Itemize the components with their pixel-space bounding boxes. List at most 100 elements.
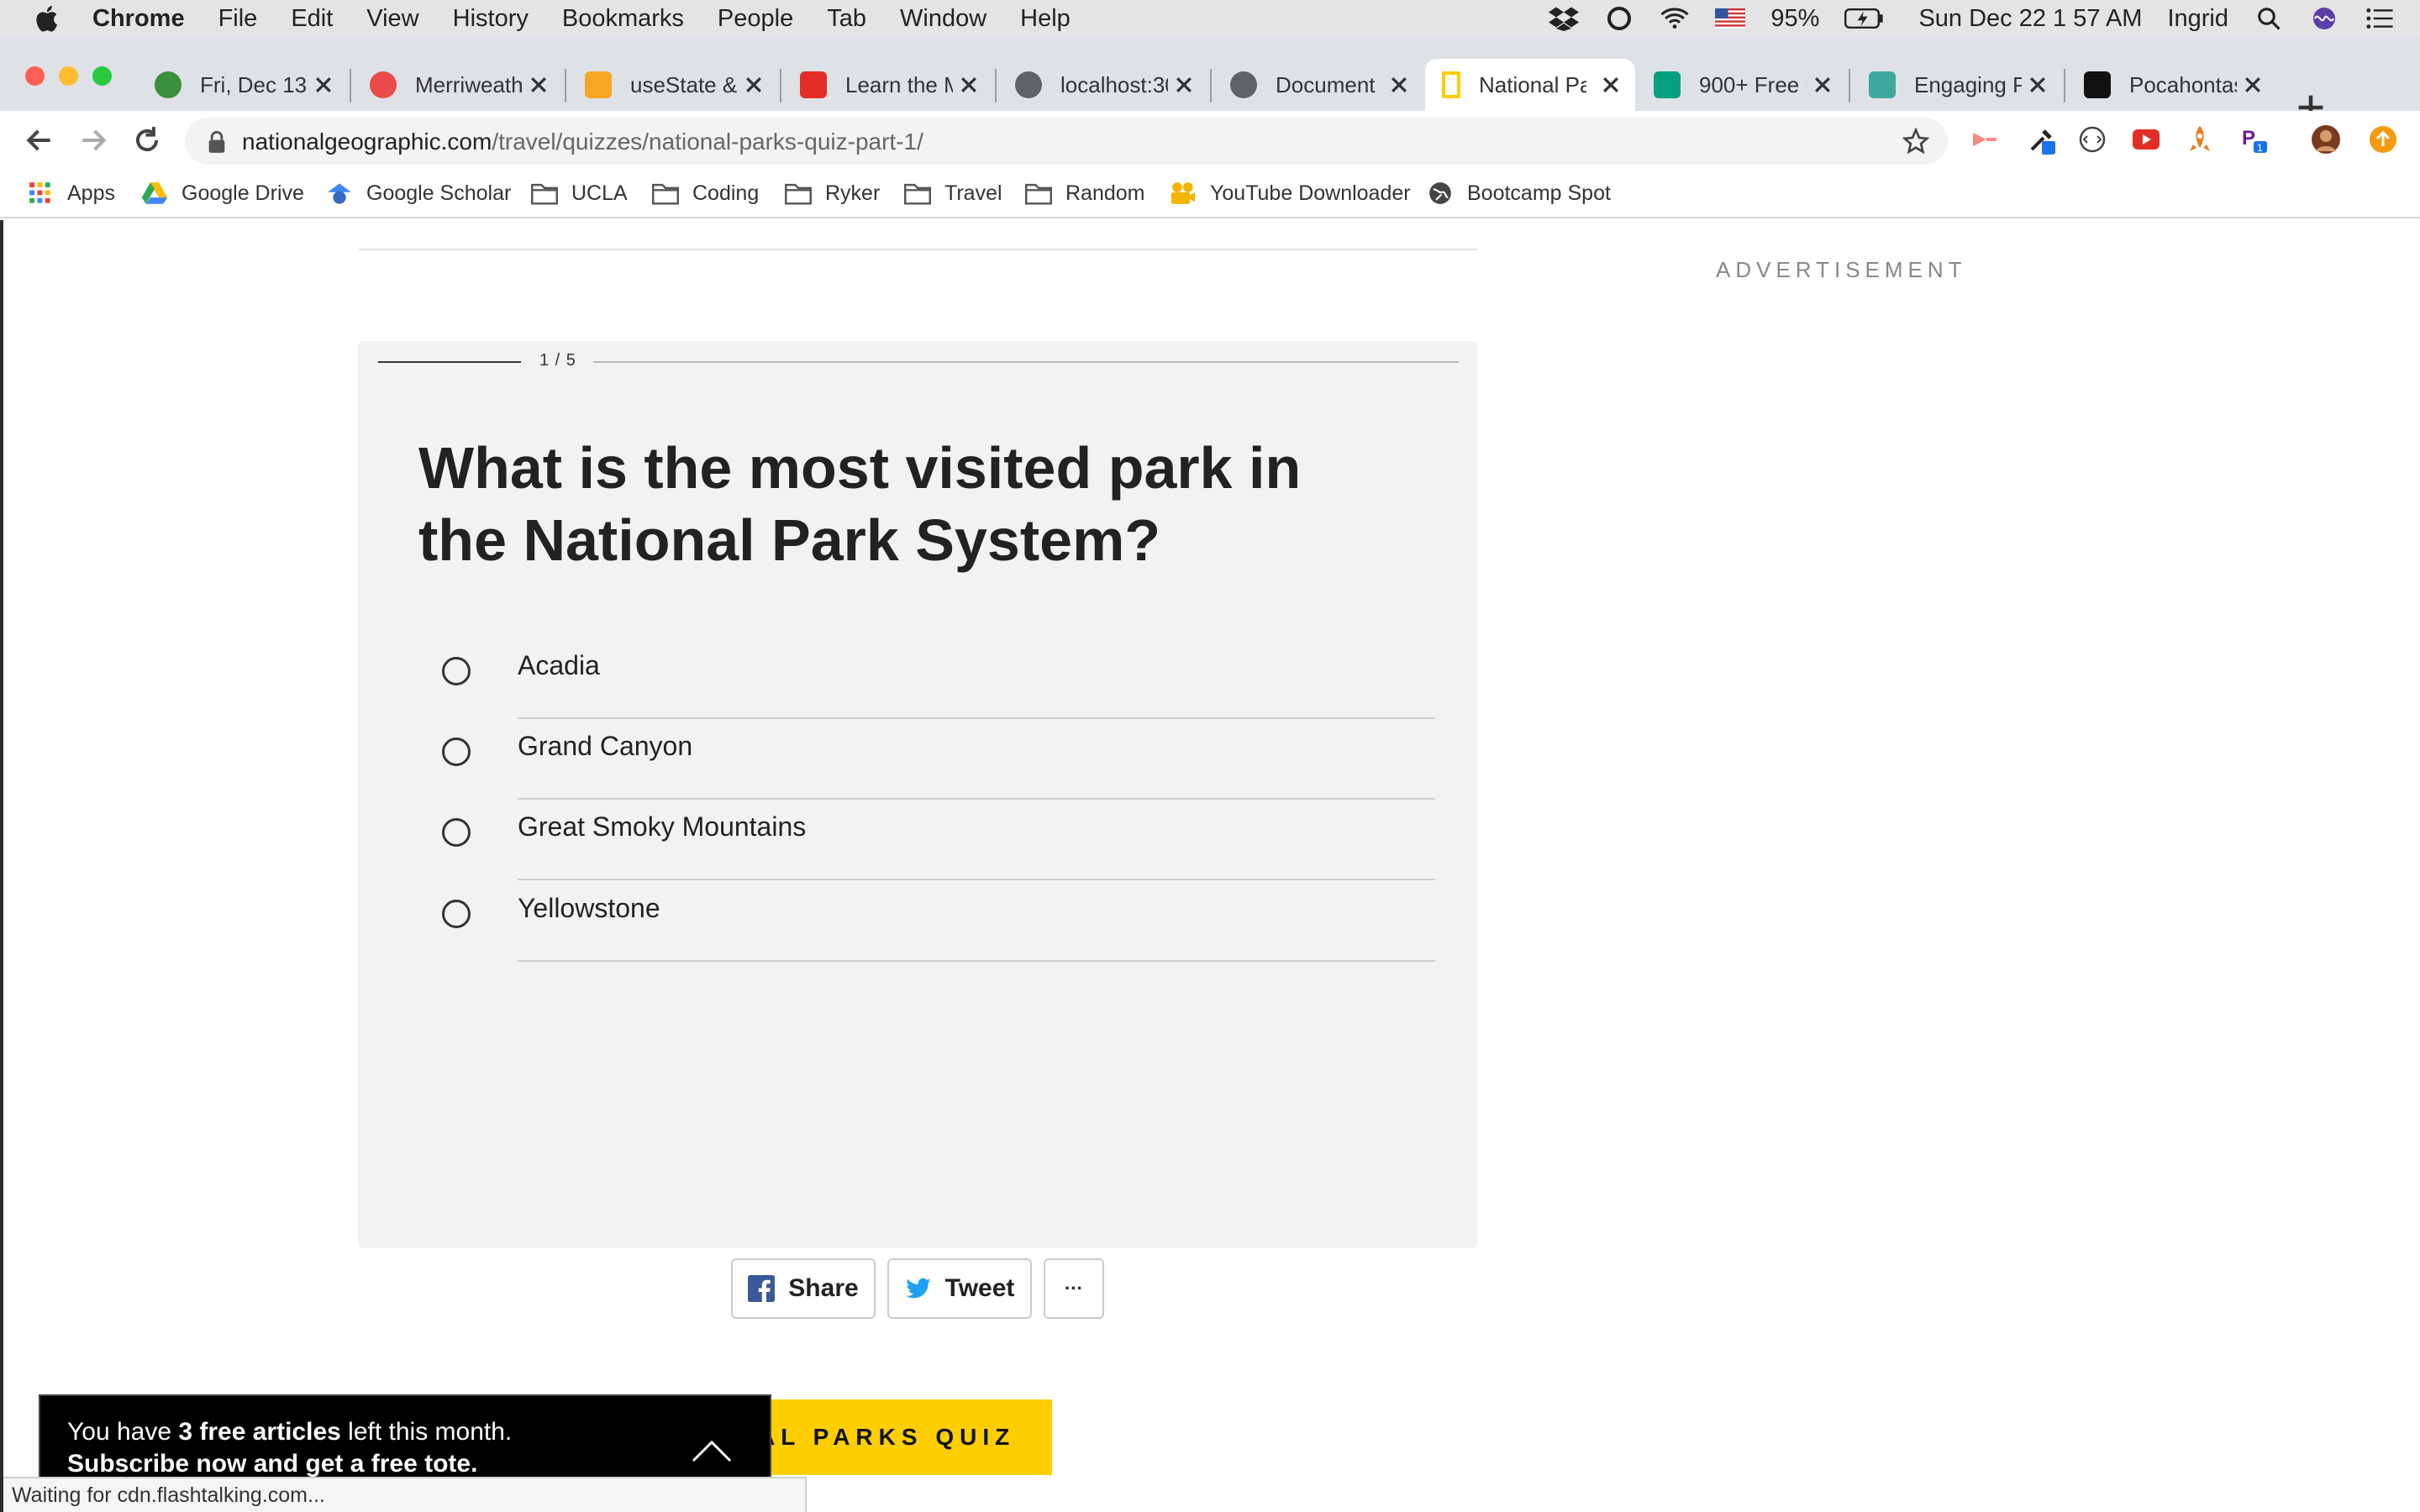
radio-button[interactable]	[442, 657, 471, 685]
chevron-up-icon[interactable]	[691, 1438, 733, 1463]
user-name[interactable]: Ingrid	[2167, 5, 2228, 33]
radio-button[interactable]	[442, 738, 471, 766]
answer-label[interactable]: Yellowstone	[518, 893, 660, 924]
bookmark-youtube-downloader[interactable]: YouTube Downloader	[1170, 176, 1411, 210]
bookmark-label: Google Scholar	[366, 181, 512, 205]
youtube-extension-icon[interactable]	[2131, 124, 2161, 155]
national-parks-quiz-cta-button[interactable]: ONAL PARKS QUIZ	[743, 1399, 1052, 1475]
menu-tab[interactable]: Tab	[827, 5, 866, 33]
apple-icon[interactable]	[32, 3, 64, 34]
radio-button[interactable]	[442, 818, 471, 847]
menu-view[interactable]: View	[366, 5, 418, 33]
tab-title: National Par	[1479, 71, 1586, 97]
tab-close-icon[interactable]	[313, 74, 334, 96]
answer-option-great-smoky-mountains[interactable]: Great Smoky Mountains	[442, 800, 1435, 880]
tab-close-icon[interactable]	[743, 74, 765, 96]
bookmark-folder-travel[interactable]: Travel	[904, 176, 1002, 210]
menu-help[interactable]: Help	[1020, 5, 1071, 33]
answer-option-acadia[interactable]: Acadia	[442, 638, 1435, 719]
answer-option-grand-canyon[interactable]: Grand Canyon	[442, 719, 1435, 800]
menu-edit[interactable]: Edit	[291, 5, 333, 33]
code-extension-icon[interactable]	[2077, 124, 2107, 155]
progress-counter: 1 / 5	[539, 351, 576, 370]
spotlight-search-icon[interactable]	[2254, 6, 2284, 31]
wifi-icon[interactable]	[1660, 6, 1690, 31]
folder-icon	[785, 183, 812, 205]
cast-extension-icon[interactable]	[1970, 124, 2000, 155]
eyedropper-extension-icon[interactable]	[2027, 124, 2057, 155]
rocket-extension-icon[interactable]	[2185, 124, 2215, 155]
bookmark-star-icon[interactable]	[1902, 128, 1929, 155]
tab-close-icon[interactable]	[1173, 74, 1195, 96]
siri-icon[interactable]	[2309, 6, 2339, 31]
menu-people[interactable]: People	[718, 5, 793, 33]
bookmark-folder-ucla[interactable]: UCLA	[531, 176, 628, 210]
answer-label[interactable]: Acadia	[518, 650, 600, 681]
us-flag-icon[interactable]	[1715, 6, 1746, 31]
browser-tab[interactable]: useState & u	[568, 59, 778, 111]
tab-close-icon[interactable]	[1388, 74, 1410, 96]
twitter-tweet-button[interactable]: Tweet	[887, 1258, 1032, 1319]
tab-title: Pocahontas	[2129, 71, 2237, 97]
menu-bookmarks[interactable]: Bookmarks	[562, 5, 684, 33]
tab-close-icon[interactable]	[1812, 74, 1833, 96]
circle-app-icon[interactable]	[1604, 6, 1634, 31]
tweet-label: Tweet	[944, 1274, 1015, 1302]
browser-tab[interactable]: Merriweather	[353, 59, 563, 111]
battery-charging-icon[interactable]	[1844, 6, 1885, 31]
reload-icon[interactable]	[131, 124, 163, 156]
p-extension-icon[interactable]: P1	[2238, 124, 2269, 155]
browser-tab[interactable]: Fri, Dec 13 2	[138, 59, 348, 111]
subscribe-message[interactable]: Subscribe now and get a free tote.	[67, 1450, 477, 1478]
bookmark-folder-coding[interactable]: Coding	[652, 176, 759, 210]
browser-tab[interactable]: Document	[1213, 59, 1423, 111]
address-bar[interactable]: nationalgeographic.com/travel/quizzes/na…	[185, 118, 1948, 165]
browser-tab[interactable]: localhost:30	[998, 59, 1208, 111]
answer-label[interactable]: Great Smoky Mountains	[518, 811, 806, 843]
back-arrow-icon[interactable]	[24, 124, 55, 156]
tab-title: useState & u	[630, 71, 738, 97]
profile-avatar-icon[interactable]	[2311, 124, 2341, 155]
window-zoom-button[interactable]	[92, 66, 112, 86]
font-favicon-icon	[370, 71, 397, 98]
facebook-share-button[interactable]: Share	[731, 1258, 876, 1319]
lock-icon[interactable]	[207, 130, 227, 154]
menu-app-name[interactable]: Chrome	[92, 5, 185, 33]
film-camera-icon	[1171, 182, 1195, 204]
more-share-options-button[interactable]: ···	[1044, 1258, 1104, 1319]
answer-label[interactable]: Grand Canyon	[518, 731, 692, 762]
answer-option-yellowstone[interactable]: Yellowstone	[442, 881, 1435, 962]
window-close-button[interactable]	[25, 66, 45, 86]
forward-arrow-icon[interactable]	[77, 124, 109, 156]
tab-separator	[565, 69, 566, 102]
browser-tab-active[interactable]: National Par	[1425, 59, 1635, 111]
tab-close-icon[interactable]	[528, 74, 550, 96]
menu-window[interactable]: Window	[900, 5, 986, 33]
folder-icon	[1025, 183, 1052, 205]
tab-close-icon[interactable]	[2242, 74, 2264, 96]
progress-bar-completed	[378, 361, 521, 363]
tab-title: 900+ Free C	[1699, 71, 1807, 97]
bookmark-bootcamp-spot[interactable]: Bootcamp Spot	[1427, 176, 1611, 210]
dropbox-icon[interactable]	[1549, 6, 1580, 31]
bookmark-folder-random[interactable]: Random	[1025, 176, 1145, 210]
tab-close-icon[interactable]	[2027, 74, 2049, 96]
browser-tab[interactable]: Engaging Pe	[1852, 59, 2062, 111]
browser-tab[interactable]: Learn the M	[783, 59, 993, 111]
radio-button[interactable]	[442, 900, 471, 928]
browser-tab[interactable]: 900+ Free C	[1637, 59, 1847, 111]
clock[interactable]: Sun Dec 22 1 57 AM	[1918, 5, 2142, 33]
bookmark-apps[interactable]: Apps	[27, 176, 115, 210]
menu-file[interactable]: File	[218, 5, 258, 33]
notification-center-icon[interactable]	[2365, 6, 2395, 31]
tab-close-icon[interactable]	[1600, 74, 1622, 96]
bookmark-google-scholar[interactable]: Google Scholar	[326, 176, 511, 210]
update-badge-icon[interactable]	[2368, 124, 2398, 155]
url-text[interactable]: nationalgeographic.com/travel/quizzes/na…	[242, 129, 923, 155]
browser-tab[interactable]: Pocahontas	[2067, 59, 2277, 111]
bookmark-folder-ryker[interactable]: Ryker	[785, 176, 880, 210]
tab-close-icon[interactable]	[958, 74, 980, 96]
bookmark-google-drive[interactable]: Google Drive	[141, 176, 304, 210]
menu-history[interactable]: History	[453, 5, 529, 33]
window-minimize-button[interactable]	[59, 66, 78, 86]
